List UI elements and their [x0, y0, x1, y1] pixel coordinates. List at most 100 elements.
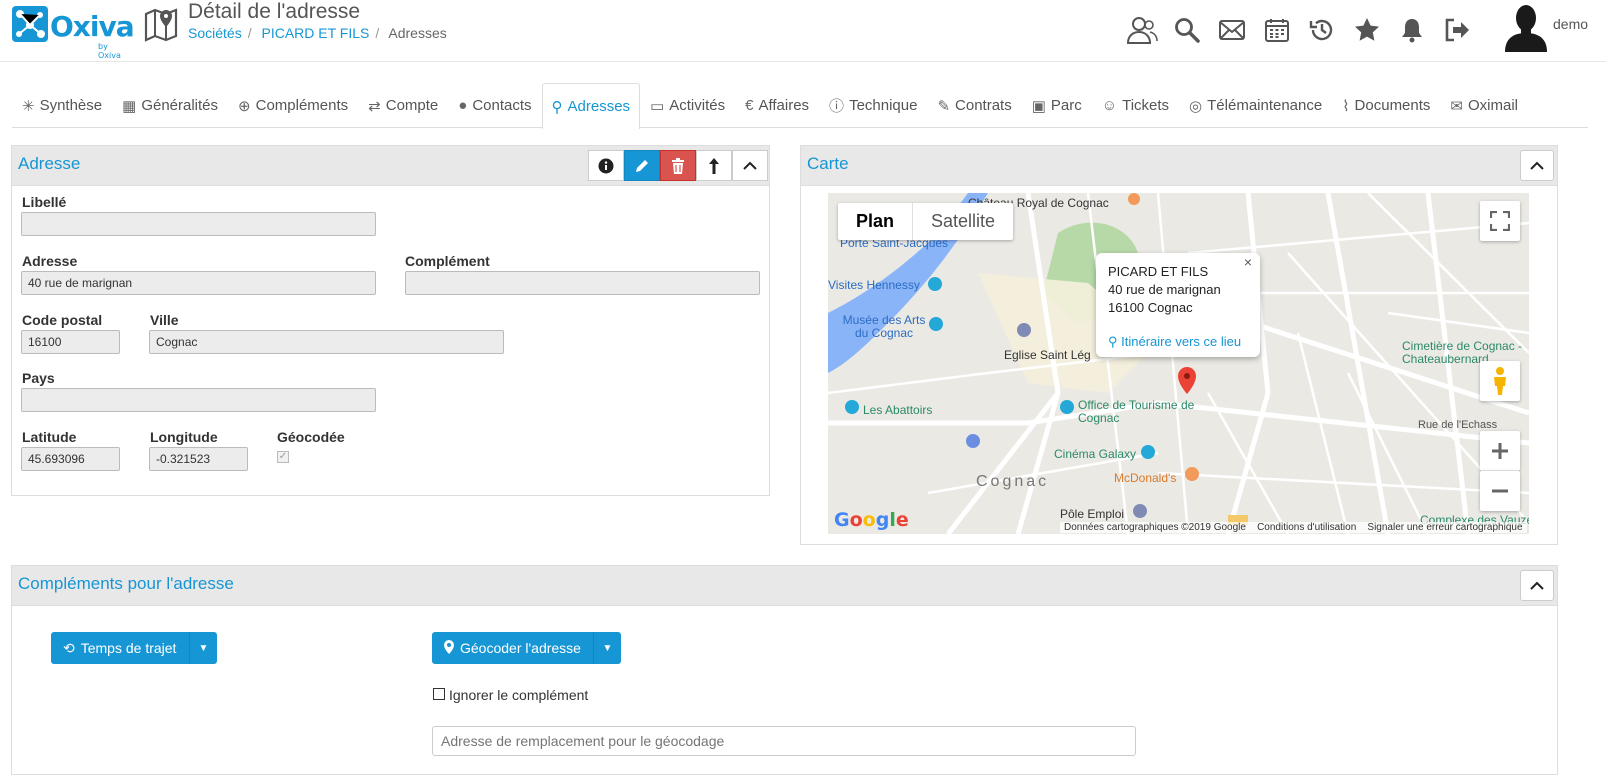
map-panel-title: Carte — [807, 154, 849, 173]
history-icon[interactable] — [1305, 14, 1338, 47]
map-canvas[interactable]: Château Royal de Cognac Porte Saint-Jacq… — [828, 193, 1529, 534]
geocodee-checkbox[interactable]: ✓ — [277, 451, 289, 463]
tab-synthese[interactable]: ✳ Synthèse — [12, 83, 112, 127]
breadcrumb-societes[interactable]: Sociétés — [188, 25, 242, 41]
fullscreen-icon — [1490, 211, 1510, 231]
bell-icon[interactable] — [1395, 14, 1428, 47]
edit-button[interactable] — [624, 150, 660, 181]
history-icon: ⟲ — [63, 639, 75, 656]
address-panel: Adresse — [11, 145, 770, 496]
longitude-field[interactable]: -0.321523 — [149, 447, 248, 471]
tab-label: Activités — [669, 97, 726, 114]
tab-contrats[interactable]: ✎ Contrats — [927, 83, 1021, 127]
trash-icon — [672, 157, 684, 174]
paperclip-icon: ⌇ — [1342, 97, 1350, 115]
mail-icon[interactable] — [1215, 14, 1248, 47]
tab-adresses[interactable]: ⚲ Adresses — [541, 83, 641, 129]
tab-label: Compléments — [255, 97, 349, 114]
complement-label: Complément — [405, 253, 490, 269]
info-button[interactable] — [588, 150, 624, 181]
delete-button[interactable] — [660, 150, 696, 181]
users-icon[interactable] — [1125, 14, 1158, 47]
star-icon[interactable] — [1350, 14, 1383, 47]
ignore-complement-checkbox[interactable] — [433, 688, 445, 700]
tab-label: Contacts — [472, 97, 532, 114]
tab-oximail[interactable]: ✉ Oximail — [1440, 83, 1528, 127]
map-icon: ⚲ — [551, 98, 563, 116]
map-type-toggle: Plan Satellite — [838, 203, 1014, 240]
contract-icon: ✎ — [937, 97, 951, 115]
user-name[interactable]: demo — [1553, 16, 1588, 32]
latitude-label: Latitude — [22, 429, 77, 445]
complements-panel-header: Compléments pour l'adresse — [12, 566, 1557, 606]
travel-time-main[interactable]: ⟲ Temps de trajet — [51, 632, 188, 664]
map-label: Pôle Emploi — [1060, 507, 1125, 521]
complement-field[interactable] — [405, 271, 760, 295]
pays-field[interactable] — [21, 388, 376, 412]
collapse-map-button[interactable] — [1520, 150, 1554, 181]
remote-icon: ◎ — [1189, 97, 1203, 115]
travel-time-button[interactable]: ⟲ Temps de trajet ▼ — [51, 632, 217, 664]
tab-label: Compte — [385, 97, 439, 114]
adresse-field[interactable]: 40 rue de marignan — [21, 271, 376, 295]
move-up-button[interactable] — [696, 150, 732, 181]
map-label: Cognac — [976, 473, 1050, 490]
oxiva-logo[interactable]: Oxiva by Oxiva — [12, 4, 135, 60]
search-icon[interactable] — [1170, 14, 1203, 47]
zoom-in-button[interactable] — [1480, 431, 1520, 471]
logo-molecule-icon — [12, 6, 48, 42]
avatar[interactable] — [1503, 2, 1549, 52]
map-data-credit: Données cartographiques ©2019 Google — [1064, 522, 1246, 533]
breadcrumb-company[interactable]: PICARD ET FILS — [261, 25, 369, 41]
map-marker-icon — [444, 639, 454, 657]
close-icon[interactable]: × — [1244, 253, 1252, 271]
tab-affaires[interactable]: € Affaires — [735, 83, 819, 127]
tab-generalites[interactable]: ▦ Généralités — [112, 83, 228, 127]
calendar-icon[interactable] — [1260, 14, 1293, 47]
info-city: 16100 Cognac — [1108, 300, 1193, 315]
geocode-main[interactable]: Géocoder l'adresse — [432, 632, 593, 664]
libelle-field[interactable] — [21, 212, 376, 236]
tab-label: Adresses — [567, 98, 631, 115]
street-view-button[interactable] — [1480, 361, 1520, 401]
directions-link[interactable]: ⚲ Itinéraire vers ce lieu — [1108, 333, 1248, 351]
ville-field[interactable]: Cognac — [149, 330, 504, 354]
tab-activites[interactable]: ▭ Activités — [640, 83, 735, 127]
euro-icon: € — [745, 97, 754, 114]
mail-icon: ✉ — [1450, 97, 1463, 115]
geocode-button[interactable]: Géocoder l'adresse ▼ — [432, 632, 621, 664]
ignore-complement-label: Ignorer le complément — [449, 687, 589, 703]
geocode-label: Géocoder l'adresse — [460, 640, 581, 656]
collapse-complements-button[interactable] — [1520, 570, 1554, 601]
tab-technique[interactable]: ⓘ Technique — [819, 83, 927, 127]
geocode-dropdown[interactable]: ▼ — [593, 632, 621, 664]
tab-parc[interactable]: ▣ Parc — [1022, 83, 1092, 127]
zoom-out-button[interactable] — [1480, 471, 1520, 511]
logout-icon[interactable] — [1440, 14, 1473, 47]
travel-time-dropdown[interactable]: ▼ — [189, 632, 217, 664]
code-postal-field[interactable]: 16100 — [21, 330, 120, 354]
tab-documents[interactable]: ⌇ Documents — [1332, 83, 1440, 127]
tab-complements[interactable]: ⊕ Compléments — [228, 83, 358, 127]
map-label: McDonald's — [1114, 471, 1177, 485]
user-icon: ● — [458, 97, 468, 114]
chevron-up-icon — [1530, 161, 1544, 170]
map-label: Eglise Saint Lég — [1004, 348, 1091, 362]
collapse-address-button[interactable] — [732, 150, 768, 181]
latitude-field[interactable]: 45.693096 — [21, 447, 120, 471]
report-error-link[interactable]: Signaler une erreur cartographique — [1367, 522, 1522, 533]
map-label: Visites Hennessy — [828, 278, 920, 292]
terms-link[interactable]: Conditions d'utilisation — [1257, 522, 1356, 533]
tab-tickets[interactable]: ☺ Tickets — [1092, 83, 1179, 127]
pegman-icon — [1494, 367, 1506, 395]
tab-contacts[interactable]: ● Contacts — [448, 83, 541, 127]
tab-telemaintenance[interactable]: ◎ Télémaintenance — [1179, 83, 1332, 127]
replacement-address-input[interactable] — [432, 726, 1136, 756]
desktop-icon: ▣ — [1031, 97, 1046, 115]
tab-compte[interactable]: ⇄ Compte — [358, 83, 448, 127]
google-logo[interactable]: Google — [834, 509, 909, 531]
fullscreen-button[interactable] — [1480, 201, 1520, 241]
map-type-plan[interactable]: Plan — [838, 203, 914, 240]
map-type-satellite[interactable]: Satellite — [913, 203, 1013, 240]
comment-icon: ▭ — [650, 97, 665, 115]
